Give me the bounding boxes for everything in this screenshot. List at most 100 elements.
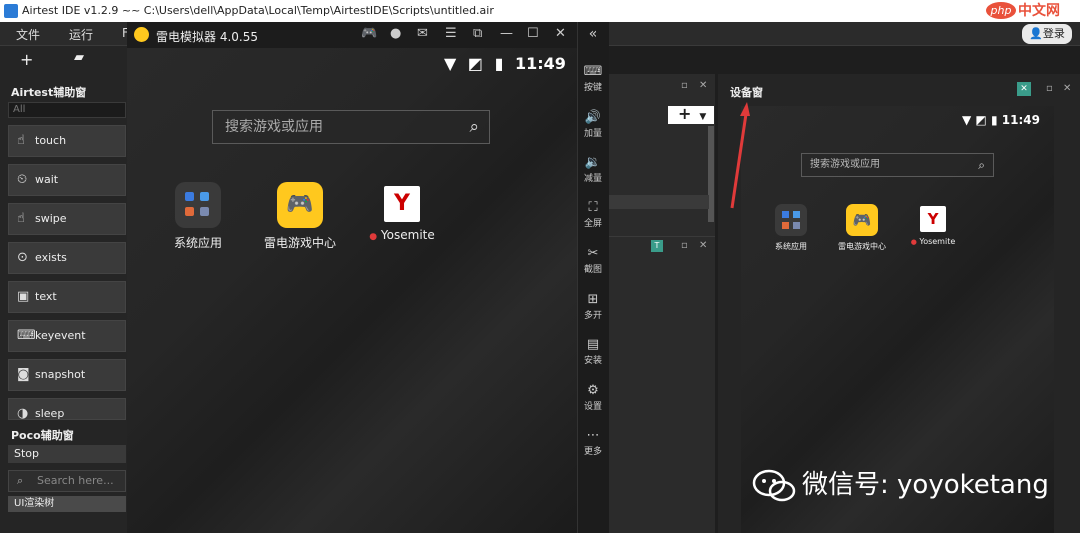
app-system-apps[interactable]: 系统应用 xyxy=(153,182,243,251)
sleep-label: sleep xyxy=(35,407,65,420)
device-app-game-center[interactable]: 🎮 雷电游戏中心 xyxy=(827,204,897,252)
poco-mode-select[interactable]: Stop xyxy=(8,445,126,463)
new-dot-icon: ● xyxy=(369,232,378,242)
account-icon[interactable]: ● xyxy=(390,26,401,41)
app-label: Yosemite xyxy=(380,228,435,242)
php-logo-oval: php xyxy=(986,2,1016,19)
volume-down-icon: 🔉 xyxy=(584,155,602,170)
sidebar-multi-instance[interactable]: ⊞ 多开 xyxy=(577,292,609,321)
text-button[interactable]: ▣ text xyxy=(8,281,126,313)
open-folder-icon[interactable]: ▰ xyxy=(74,50,84,65)
airtest-filter-input[interactable]: All xyxy=(8,102,126,118)
sidebar-label: 加量 xyxy=(583,129,602,139)
volume-up-icon: 🔊 xyxy=(584,110,602,125)
window-title: Airtest IDE v1.2.9 ~~ C:\Users\dell\AppD… xyxy=(22,4,494,17)
editor-header: ▫ ✕ xyxy=(609,80,715,98)
close-icon[interactable]: ✕ xyxy=(699,80,707,91)
sidebar-label: 更多 xyxy=(583,447,602,457)
sidebar-label: 全屏 xyxy=(583,219,602,229)
device-app-yosemite[interactable]: Y ● Yosemite xyxy=(898,206,968,246)
sidebar-volume-up[interactable]: 🔊 加量 xyxy=(577,110,609,139)
swipe-button[interactable]: ☝ swipe xyxy=(8,203,126,235)
poco-search-placeholder: Search here... xyxy=(37,474,114,487)
menu-icon[interactable]: ☰ xyxy=(445,26,457,41)
airtest-panel-title: Airtest辅助窗 xyxy=(11,86,87,99)
sidebar-keys[interactable]: ⌨ 按键 xyxy=(577,64,609,93)
wait-label: wait xyxy=(35,173,59,186)
log-float-icon[interactable]: ▫ xyxy=(681,240,688,251)
menu-run[interactable]: 运行 xyxy=(69,26,93,43)
wait-button[interactable]: ⏲ wait xyxy=(8,164,126,196)
device-status-bar: ▼ ◩ ▮ 11:49 xyxy=(962,113,1040,127)
emulator-search-bar[interactable]: 搜索游戏或应用 ⌕ xyxy=(212,110,490,144)
wifi-icon: ▼ xyxy=(962,113,972,127)
toolbar: + ▰ xyxy=(0,46,130,74)
more-icon: ⋯ xyxy=(586,428,600,443)
keyevent-button[interactable]: ⌨ keyevent xyxy=(8,320,126,352)
resize-icon[interactable]: ⧉ xyxy=(473,26,482,41)
log-close-icon[interactable]: ✕ xyxy=(699,240,707,251)
sidebar-label: 多开 xyxy=(583,311,602,321)
menu-file[interactable]: 文件 xyxy=(16,26,40,43)
exists-button[interactable]: ⊙ exists xyxy=(8,242,126,274)
search-icon: ⌕ xyxy=(978,158,985,172)
float-icon[interactable]: ▫ xyxy=(681,80,688,91)
keyevent-label: keyevent xyxy=(35,329,86,342)
device-search-bar[interactable]: 搜索游戏或应用 ⌕ xyxy=(801,153,994,177)
sidebar-install[interactable]: ▤ 安装 xyxy=(577,337,609,366)
game-center-icon: 🎮 xyxy=(277,182,323,228)
poco-search-input[interactable]: ⌕ Search here... xyxy=(8,470,126,492)
game-center-icon: 🎮 xyxy=(846,204,878,236)
text-label: text xyxy=(35,290,57,303)
no-sim-icon: ◩ xyxy=(467,54,484,73)
gear-icon: ⚙ xyxy=(587,383,599,398)
gamepad-icon[interactable]: 🎮 xyxy=(361,26,377,41)
emulator-title: 雷电模拟器 4.0.55 xyxy=(156,30,258,44)
add-button[interactable]: + ▼ xyxy=(668,106,714,124)
sidebar-screenshot[interactable]: ✂ 截图 xyxy=(577,246,609,275)
swipe-label: swipe xyxy=(35,212,67,225)
wifi-icon: ▼ xyxy=(444,54,457,73)
sidebar-label: 安装 xyxy=(583,356,602,366)
login-button[interactable]: 👤登录 xyxy=(1022,24,1072,44)
sidebar-settings[interactable]: ⚙ 设置 xyxy=(577,383,609,412)
emulator-search-placeholder: 搜索游戏或应用 xyxy=(225,119,323,135)
login-label: 登录 xyxy=(1042,27,1065,40)
sleep-button[interactable]: ◑ sleep xyxy=(8,398,126,420)
sidebar-fullscreen[interactable]: ⛶ 全屏 xyxy=(577,200,609,229)
sidebar-label: 设置 xyxy=(583,402,602,412)
battery-icon: ▮ xyxy=(990,113,998,127)
device-tools-icon[interactable]: ✕ xyxy=(1017,82,1031,96)
log-icon[interactable]: T xyxy=(651,240,663,252)
touch-button[interactable]: ☝ touch xyxy=(8,125,126,157)
sidebar-more[interactable]: ⋯ 更多 xyxy=(577,428,609,457)
window-title-bar: Airtest IDE v1.2.9 ~~ C:\Users\dell\AppD… xyxy=(0,0,1080,22)
touch-label: touch xyxy=(35,134,67,147)
sidebar-label: 减量 xyxy=(583,174,602,184)
script-editor-area[interactable] xyxy=(609,74,715,533)
app-label: 雷电游戏中心 xyxy=(838,242,886,251)
snapshot-button[interactable]: ◙ snapshot xyxy=(8,359,126,391)
sidebar-volume-down[interactable]: 🔉 减量 xyxy=(577,155,609,184)
emulator-status-bar: ▼ ◩ ▮ 11:49 xyxy=(444,54,566,73)
device-close-icon[interactable]: ✕ xyxy=(1063,83,1071,94)
device-float-icon[interactable]: ▫ xyxy=(1046,83,1053,94)
minimize-icon[interactable]: — xyxy=(500,26,513,41)
new-dot-icon: ● xyxy=(910,238,917,246)
device-app-system-apps[interactable]: 系统应用 xyxy=(756,204,826,252)
dropdown-arrow-icon[interactable]: ▼ xyxy=(699,112,706,122)
poco-panel-title: Poco辅助窗 xyxy=(11,429,74,442)
sidebar-label: 按键 xyxy=(583,83,602,93)
system-apps-icon xyxy=(775,204,807,236)
ui-tree-item[interactable]: UI渲染树 xyxy=(8,496,126,512)
app-yosemite[interactable]: Y ● Yosemite xyxy=(357,186,447,242)
emulator-close-icon[interactable]: ✕ xyxy=(555,26,566,41)
app-leidian-game-center[interactable]: 🎮 雷电游戏中心 xyxy=(255,182,345,251)
maximize-icon[interactable]: ☐ xyxy=(527,26,539,41)
keyboard-icon: ⌨ xyxy=(17,328,36,343)
new-file-icon[interactable]: + xyxy=(20,50,33,69)
collapse-icon[interactable]: « xyxy=(577,26,609,42)
keyboard-icon: ⌨ xyxy=(583,64,603,79)
camera-icon: ◙ xyxy=(17,367,30,382)
mail-icon[interactable]: ✉ xyxy=(417,26,428,41)
